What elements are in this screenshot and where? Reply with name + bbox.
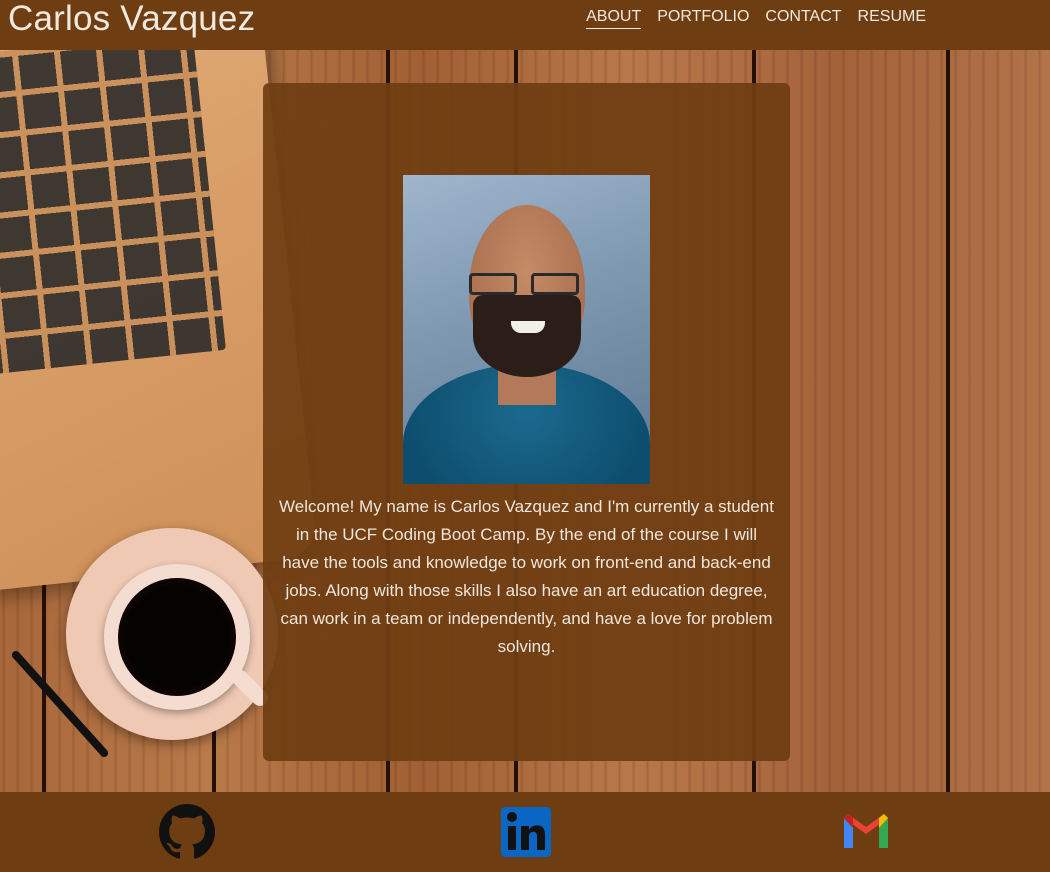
nav-portfolio[interactable]: PORTFOLIO (657, 8, 749, 29)
main-nav: ABOUT PORTFOLIO CONTACT RESUME (586, 8, 926, 29)
profile-photo (403, 175, 650, 484)
site-title: Carlos Vazquez (8, 0, 256, 38)
linkedin-icon[interactable] (498, 804, 554, 860)
site-header: Carlos Vazquez ABOUT PORTFOLIO CONTACT R… (0, 0, 1050, 50)
github-icon[interactable] (159, 804, 215, 860)
nav-about[interactable]: ABOUT (586, 8, 642, 29)
coffee-image (118, 578, 236, 696)
about-card: Welcome! My name is Carlos Vazquez and I… (263, 83, 790, 761)
welcome-paragraph: Welcome! My name is Carlos Vazquez and I… (279, 497, 774, 656)
nav-contact[interactable]: CONTACT (765, 8, 841, 29)
site-footer (0, 792, 1050, 872)
nav-resume[interactable]: RESUME (858, 8, 926, 29)
gmail-icon[interactable] (838, 804, 894, 860)
